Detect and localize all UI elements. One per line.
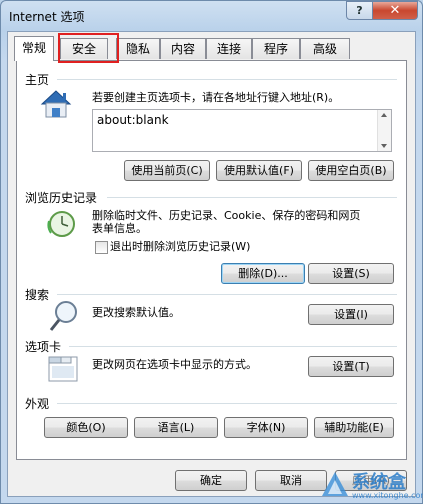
history-settings-button[interactable]: 设置(S) [308,263,394,284]
tabs-window-icon [48,356,78,382]
divider [69,346,397,347]
use-blank-button[interactable]: 使用空白页(B) [308,160,394,181]
history-clock-icon [47,211,75,237]
home-page-textbox[interactable]: about:blank [92,109,392,152]
tab-connections[interactable]: 连接 [206,38,252,59]
divider [57,79,397,80]
scroll-arrows-icon [381,113,387,148]
home-url-text: about:blank [97,113,169,127]
appearance-section-label: 外观 [25,397,50,411]
divider [57,403,397,404]
divider [57,294,397,295]
tab-programs[interactable]: 程序 [252,38,300,59]
search-settings-button[interactable]: 设置(I) [308,304,394,325]
cancel-button[interactable]: 取消 [255,470,327,491]
tab-general[interactable]: 常规 [14,36,54,61]
tabs-settings-button[interactable]: 设置(T) [308,356,394,377]
home-description: 若要创建主页选项卡，请在各地址行键入地址(R)。 [92,91,340,104]
dialog-client: 常规 安全 隐私 内容 连接 程序 高级 主页 若要创建主页选项卡，请在各地址行… [7,31,416,497]
use-current-button[interactable]: 使用当前页(C) [124,160,210,181]
search-magnifier-icon [49,301,77,331]
history-section-label: 浏览历史记录 [25,191,98,205]
security-tab-highlight [58,33,119,63]
history-description-line2: 表单信息。 [92,222,147,235]
delete-history-button[interactable]: 删除(D)... [221,263,305,284]
textbox-scrollbar[interactable] [377,110,391,151]
delete-on-exit-checkbox[interactable] [95,241,108,254]
watermark-logo-icon [322,472,348,496]
divider [107,197,397,198]
tab-privacy[interactable]: 隐私 [116,38,160,59]
home-section-label: 主页 [25,73,50,87]
delete-on-exit-label: 退出时删除浏览历史记录(W) [110,240,251,253]
colors-button[interactable]: 颜色(O) [44,417,128,438]
languages-button[interactable]: 语言(L) [134,417,218,438]
tabs-section-label: 选项卡 [25,340,62,354]
close-button[interactable]: ✕ [372,1,418,20]
history-description-line1: 删除临时文件、历史记录、Cookie、保存的密码和网页 [92,209,361,222]
ok-button[interactable]: 确定 [175,470,247,491]
title-bar[interactable]: Internet 选项 ? ✕ [1,1,422,31]
window-title: Internet 选项 [9,10,85,24]
tab-content[interactable]: 内容 [160,38,206,59]
tabs-description: 更改网页在选项卡中显示的方式。 [92,358,257,371]
help-button[interactable]: ? [346,1,373,20]
search-description: 更改搜索默认值。 [92,306,180,319]
home-house-icon [40,90,72,118]
general-tab-panel: 主页 若要创建主页选项卡，请在各地址行键入地址(R)。 about:blank … [16,60,407,460]
tab-advanced[interactable]: 高级 [300,38,350,59]
fonts-button[interactable]: 字体(N) [224,417,308,438]
search-section-label: 搜索 [25,288,50,302]
watermark-url: www.xitonghe.com [352,491,423,500]
watermark: 系统盒 www.xitonghe.com [320,466,423,504]
internet-options-window: Internet 选项 ? ✕ 常规 安全 隐私 内容 连接 程序 高级 主页 … [0,0,423,504]
accessibility-button[interactable]: 辅助功能(E) [314,417,394,438]
use-default-button[interactable]: 使用默认值(F) [216,160,302,181]
